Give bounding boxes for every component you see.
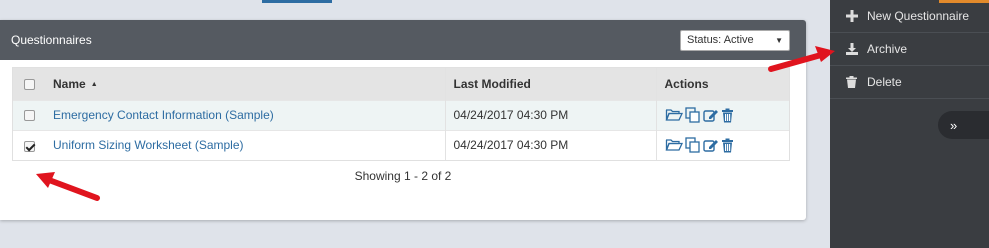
sort-ascending-icon: ▲ [90,81,98,89]
collapse-sidebar-button[interactable]: » [938,111,989,139]
table-header-row: Name ▲ Last Modified Actions [13,68,789,100]
select-all-checkbox[interactable] [23,79,35,91]
edit-icon[interactable] [702,108,719,123]
last-modified-cell: 04/24/2017 04:30 PM [444,129,656,160]
row-checkbox[interactable] [23,140,35,152]
last-modified-cell: 04/24/2017 04:30 PM [444,99,656,130]
delete-label: Delete [867,75,902,89]
copy-icon[interactable] [684,107,701,123]
sidebar-accent-bar [939,0,989,3]
status-filter-select[interactable]: Status: Active ▼ [680,29,790,51]
status-filter-value: Status: Active [687,34,754,46]
archive-button[interactable]: Archive [830,33,989,66]
plus-icon [846,10,858,22]
trash-icon[interactable] [721,138,734,153]
table-row: Uniform Sizing Worksheet (Sample) 04/24/… [13,129,789,160]
top-tab-indicator [262,0,332,3]
pagination-info: Showing 1 - 2 of 2 [354,169,452,183]
panel-title: Questionnaires [11,33,92,47]
questionnaires-table: Name ▲ Last Modified Actions Emergency Co… [12,67,790,161]
table-row: Emergency Contact Information (Sample) 0… [13,99,789,130]
questionnaire-name-link[interactable]: Uniform Sizing Worksheet (Sample) [53,138,244,152]
panel-header: Questionnaires Status: Active ▼ [0,20,806,60]
actions-sidebar: New Questionnaire Archive Delete » [830,0,989,248]
archive-label: Archive [867,42,908,56]
column-name-label: Name [53,76,86,91]
copy-icon[interactable] [684,137,701,153]
folder-open-icon[interactable] [665,138,683,152]
column-header-name[interactable]: Name ▲ [45,68,445,100]
delete-button[interactable]: Delete [830,66,989,99]
chevron-down-icon: ▼ [775,35,783,45]
new-questionnaire-label: New Questionnaire [867,9,970,23]
row-actions [665,137,782,153]
edit-icon[interactable] [702,138,719,153]
column-header-last-modified[interactable]: Last Modified [444,68,656,100]
row-checkbox[interactable] [23,110,35,122]
column-header-actions: Actions [655,68,789,100]
trash-icon [846,76,858,88]
folder-open-icon[interactable] [665,108,683,122]
questionnaire-name-link[interactable]: Emergency Contact Information (Sample) [53,108,274,122]
double-chevron-right-icon: » [950,117,958,133]
trash-icon[interactable] [721,108,734,123]
row-actions [665,107,782,123]
download-icon [846,43,858,55]
new-questionnaire-button[interactable]: New Questionnaire [830,0,989,33]
